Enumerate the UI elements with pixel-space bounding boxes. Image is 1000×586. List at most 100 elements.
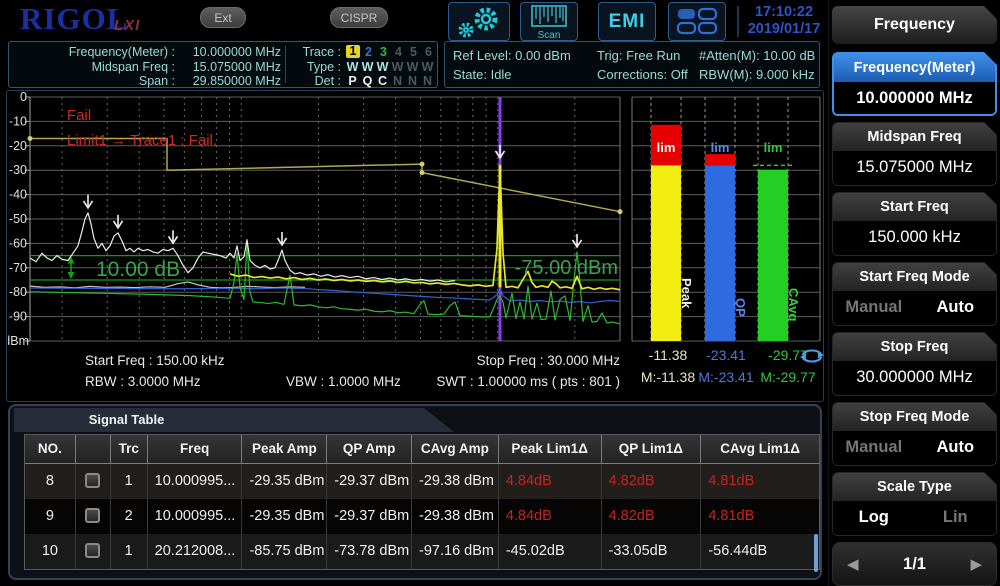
cell-peak_d: -45.02dB	[499, 534, 602, 569]
menu-item-frequency-meter-[interactable]: Frequency(Meter) 10.000000 MHz	[832, 52, 997, 116]
lim-label: lim	[657, 140, 676, 155]
menu-item-label: Frequency(Meter)	[834, 54, 995, 82]
y-tick-label: -10	[9, 114, 27, 128]
trace-type-3: W	[376, 59, 389, 74]
table-row[interactable]: 8 1 10.000995... -29.35 dBm -29.37 dBm -29.38…	[25, 464, 819, 499]
y-tick-label: -90	[9, 310, 27, 324]
table-scrollbar[interactable]	[814, 534, 818, 572]
menu-pager: ◀ 1/1 ▶	[832, 542, 997, 586]
meter-bar-marker-value: M:-29.77	[760, 369, 816, 385]
cell-cavg_d: 4.81dB	[708, 473, 755, 489]
status-row: Midspan Freq : 15.075000 MHz	[13, 60, 281, 74]
column-header: QP Lim1Δ	[601, 435, 702, 464]
status-column: #Atten(M): 10.00 dB RBW(M): 9.000 kHz	[699, 46, 815, 84]
cell-cavg: -29.38 dBm	[412, 464, 499, 499]
column-header: Peak Amp	[242, 435, 328, 464]
emi-mode-button[interactable]: EMI	[598, 2, 656, 41]
cell-peak: -29.35 dBm	[242, 464, 328, 499]
status-label: Midspan Freq :	[91, 59, 175, 74]
row-checkbox[interactable]	[85, 473, 101, 488]
ext-trigger-button[interactable]: Ext	[200, 7, 246, 28]
swap-icon[interactable]	[799, 348, 825, 364]
trace-type-1: W	[346, 59, 359, 74]
softkey-menu: Frequency Frequency(Meter) 10.000000 MHz M…	[828, 0, 1000, 586]
menu-item-stop-freq[interactable]: Stop Freq 30.000000 MHz	[832, 332, 997, 396]
page-indicator: 1/1	[903, 554, 926, 573]
scan-button[interactable]: Scan	[520, 2, 578, 41]
column-header: NO.	[25, 435, 76, 464]
marker-icon	[167, 230, 179, 245]
trace-type-5: W	[406, 59, 419, 74]
trace-row-label: Det :	[314, 74, 341, 88]
column-header: QP Amp	[327, 435, 413, 464]
trace2-qp-blue	[29, 287, 621, 304]
signal-table-tab[interactable]: Signal Table	[14, 408, 454, 432]
trace-detector-4: N	[392, 74, 403, 88]
meter-bar-marker-value: M:-11.38	[640, 369, 696, 385]
bar-label-cavg: CAvg	[786, 288, 801, 322]
system-status-panel: Ref Level: 0.00 dBm State: Idle Trig: Free…	[444, 41, 820, 88]
cell-no: 8	[25, 464, 76, 499]
trace-number-2: 2	[365, 45, 372, 59]
meter-bar-Peak	[651, 165, 681, 341]
menu-item-label: Midspan Freq	[833, 123, 996, 151]
row-checkbox[interactable]	[85, 543, 101, 558]
y-tick-label: -40	[9, 188, 27, 202]
toggle-option-log[interactable]: Log	[833, 501, 915, 535]
cell-chk	[76, 499, 111, 534]
trace-row-label: Type :	[306, 59, 341, 74]
cell-qp_d: 4.82dB	[602, 499, 702, 534]
trace-row-label: Trace :	[302, 45, 341, 59]
cell-trc: 1	[111, 464, 148, 499]
cell-cavg_d: -56.44dB	[708, 543, 768, 559]
status-line: Trig: Free Run	[597, 48, 681, 63]
menu-item-midspan-freq[interactable]: Midspan Freq 15.075000 MHz	[832, 122, 997, 186]
menu-item-value: 30.000000 MHz	[833, 361, 996, 395]
trace-detector-3: C	[377, 74, 388, 88]
table-row[interactable]: 9 2 10.000995... -29.35 dBm -29.37 dBm -29.38…	[25, 499, 819, 534]
status-line: Corrections: Off	[597, 67, 688, 82]
y-tick-label: -70	[9, 261, 27, 275]
menu-item-start-freq[interactable]: Start Freq 150.000 kHz	[832, 192, 997, 256]
status-value: 15.075000 MHz	[192, 59, 281, 74]
noise-floor	[29, 281, 306, 289]
status-label: Frequency(Meter) :	[68, 45, 175, 59]
limit-vertex-dot	[419, 161, 425, 167]
status-value: 10.000000 MHz	[192, 45, 281, 59]
meter-bar-value: -23.41	[706, 347, 746, 363]
table-header-row: NO. Trc Freq Peak Amp QP Amp CAvg Amp Peak Lim…	[25, 435, 819, 464]
column-header: Peak Lim1Δ	[498, 435, 602, 464]
layout-grid-button[interactable]	[668, 2, 726, 41]
row-checkbox[interactable]	[85, 508, 101, 523]
toggle-option-auto[interactable]: Auto	[915, 291, 997, 325]
cell-no: 10	[25, 534, 76, 569]
toggle-option-manual[interactable]: Manual	[833, 431, 915, 465]
toggle-option-auto[interactable]: Auto	[915, 431, 997, 465]
table-row[interactable]: 10 1 20.212008... -85.75 dBm -73.78 dBm -97.1…	[25, 534, 819, 569]
menu-title-frequency[interactable]: Frequency	[832, 6, 997, 44]
page-next-icon[interactable]: ▶	[970, 555, 982, 573]
menu-item-scale-type[interactable]: Scale Type Log Lin	[832, 472, 997, 536]
menu-item-stop-freq-mode[interactable]: Stop Freq Mode Manual Auto	[832, 402, 997, 466]
lxi-logo: LXI	[114, 17, 141, 34]
toggle-option-manual[interactable]: Manual	[833, 291, 915, 325]
cell-qp_d: -33.05dB	[602, 534, 702, 569]
status-row: Frequency(Meter) : 10.000000 MHz	[13, 45, 281, 59]
cell-peak: -85.75 dBm	[242, 534, 328, 569]
menu-item-start-freq-mode[interactable]: Start Freq Mode Manual Auto	[832, 262, 997, 326]
divider	[737, 6, 739, 37]
cell-chk	[76, 464, 111, 499]
trace-number-1: 1	[346, 45, 360, 58]
instrument-screen: RIGOL LXI Ext CISPR Scan EMI 17:10:22 20…	[0, 0, 1000, 586]
cell-trc: 2	[111, 499, 148, 534]
date: 2019/01/17	[747, 21, 821, 37]
toggle-option-lin[interactable]: Lin	[915, 501, 997, 535]
rbw-readout: RBW : 3.0000 MHz	[85, 374, 201, 389]
swt-readout: SWT : 1.00000 ms ( pts : 801 )	[436, 374, 620, 389]
menu-items: Frequency(Meter) 10.000000 MHz Midspan Fre…	[832, 52, 997, 536]
lim-label: lim	[764, 140, 783, 155]
trace-detector-2: Q	[362, 74, 373, 88]
page-prev-icon[interactable]: ◀	[847, 555, 859, 573]
cispr-button[interactable]: CISPR	[330, 7, 388, 28]
settings-button[interactable]	[448, 2, 510, 41]
